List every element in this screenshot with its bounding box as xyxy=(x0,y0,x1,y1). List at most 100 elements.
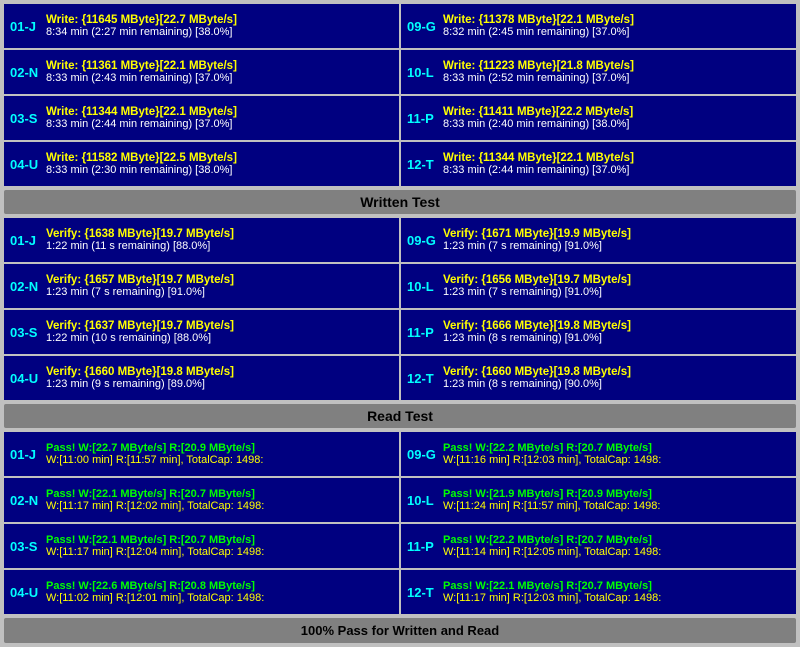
drive-line2: 1:23 min (7 s remaining) [91.0%] xyxy=(443,286,790,298)
drive-cell: 01-JVerify: {1638 MByte}[19.7 MByte/s]1:… xyxy=(4,218,399,262)
drive-id: 01-J xyxy=(10,221,42,259)
drive-id: 01-J xyxy=(10,435,42,473)
drive-id: 03-S xyxy=(10,313,42,351)
drive-info: Write: {11645 MByte}[22.7 MByte/s]8:34 m… xyxy=(46,7,393,45)
drive-info: Verify: {1637 MByte}[19.7 MByte/s]1:22 m… xyxy=(46,313,393,351)
drive-info: Write: {11344 MByte}[22.1 MByte/s]8:33 m… xyxy=(46,99,393,137)
read-test-header: Read Test xyxy=(4,404,796,428)
drive-cell: 11-P Verify: {1666 MByte}[19.8 MByte/s]1:… xyxy=(401,310,796,354)
drive-line2: 1:23 min (7 s remaining) [91.0%] xyxy=(443,240,790,252)
drive-line1: Write: {11411 MByte}[22.2 MByte/s] xyxy=(443,106,790,118)
drive-cell: 02-NWrite: {11361 MByte}[22.1 MByte/s]8:… xyxy=(4,50,399,94)
drive-line1: Pass! W:[22.2 MByte/s] R:[20.7 MByte/s] xyxy=(443,442,790,454)
drive-info: Write: {11411 MByte}[22.2 MByte/s]8:33 m… xyxy=(443,99,790,137)
drive-cell: 01-JPass! W:[22.7 MByte/s] R:[20.9 MByte… xyxy=(4,432,399,476)
verify-section: 01-JVerify: {1638 MByte}[19.7 MByte/s]1:… xyxy=(4,218,796,428)
drive-cell: 04-UPass! W:[22.6 MByte/s] R:[20.8 MByte… xyxy=(4,570,399,614)
drive-line2: W:[11:17 min] R:[12:02 min], TotalCap: 1… xyxy=(46,500,393,512)
drive-line1: Write: {11582 MByte}[22.5 MByte/s] xyxy=(46,152,393,164)
drive-id: 12-T xyxy=(407,359,439,397)
drive-line2: W:[11:14 min] R:[12:05 min], TotalCap: 1… xyxy=(443,546,790,558)
drive-cell: 02-N Verify: {1657 MByte}[19.7 MByte/s]1:… xyxy=(4,264,399,308)
drive-line2: 8:33 min (2:43 min remaining) [37.0%] xyxy=(46,72,393,84)
drive-id: 11-P xyxy=(407,313,439,351)
drive-id: 04-U xyxy=(10,145,42,183)
drive-line2: 8:34 min (2:27 min remaining) [38.0%] xyxy=(46,26,393,38)
drive-line1: Verify: {1657 MByte}[19.7 MByte/s] xyxy=(46,274,393,286)
drive-id: 03-S xyxy=(10,99,42,137)
write-grid: 01-JWrite: {11645 MByte}[22.7 MByte/s]8:… xyxy=(4,4,796,186)
drive-info: Write: {11378 MByte}[22.1 MByte/s]8:32 m… xyxy=(443,7,790,45)
drive-line2: W:[11:00 min] R:[11:57 min], TotalCap: 1… xyxy=(46,454,393,466)
drive-id: 10-L xyxy=(407,53,439,91)
drive-info: Write: {11344 MByte}[22.1 MByte/s]8:33 m… xyxy=(443,145,790,183)
drive-line1: Verify: {1660 MByte}[19.8 MByte/s] xyxy=(443,366,790,378)
drive-info: Verify: {1638 MByte}[19.7 MByte/s]1:22 m… xyxy=(46,221,393,259)
drive-cell: 04-UVerify: {1660 MByte}[19.8 MByte/s]1:… xyxy=(4,356,399,400)
drive-info: Write: {11582 MByte}[22.5 MByte/s]8:33 m… xyxy=(46,145,393,183)
drive-line2: 8:33 min (2:40 min remaining) [38.0%] xyxy=(443,118,790,130)
drive-cell: 11-PWrite: {11411 MByte}[22.2 MByte/s]8:… xyxy=(401,96,796,140)
drive-line2: W:[11:02 min] R:[12:01 min], TotalCap: 1… xyxy=(46,592,393,604)
drive-cell: 10-LVerify: {1656 MByte}[19.7 MByte/s]1:… xyxy=(401,264,796,308)
drive-line2: 8:33 min (2:44 min remaining) [37.0%] xyxy=(46,118,393,130)
drive-line1: Verify: {1660 MByte}[19.8 MByte/s] xyxy=(46,366,393,378)
drive-cell: 03-SWrite: {11344 MByte}[22.1 MByte/s]8:… xyxy=(4,96,399,140)
drive-info: Verify: {1656 MByte}[19.7 MByte/s]1:23 m… xyxy=(443,267,790,305)
drive-line1: Write: {11344 MByte}[22.1 MByte/s] xyxy=(443,152,790,164)
drive-cell: 02-N Pass! W:[22.1 MByte/s] R:[20.7 MByte… xyxy=(4,478,399,522)
drive-info: Verify: {1660 MByte}[19.8 MByte/s]1:23 m… xyxy=(46,359,393,397)
drive-line1: Write: {11645 MByte}[22.7 MByte/s] xyxy=(46,14,393,26)
drive-info: Pass! W:[22.2 MByte/s] R:[20.7 MByte/s]W… xyxy=(443,435,790,473)
drive-line2: 1:23 min (8 s remaining) [91.0%] xyxy=(443,332,790,344)
drive-line1: Write: {11378 MByte}[22.1 MByte/s] xyxy=(443,14,790,26)
drive-cell: 01-JWrite: {11645 MByte}[22.7 MByte/s]8:… xyxy=(4,4,399,48)
drive-line2: 1:23 min (8 s remaining) [90.0%] xyxy=(443,378,790,390)
drive-id: 02-N xyxy=(10,267,42,305)
verify-grid: 01-JVerify: {1638 MByte}[19.7 MByte/s]1:… xyxy=(4,218,796,400)
main-container: 01-JWrite: {11645 MByte}[22.7 MByte/s]8:… xyxy=(0,0,800,647)
pass-grid: 01-JPass! W:[22.7 MByte/s] R:[20.9 MByte… xyxy=(4,432,796,614)
footer-bar: 100% Pass for Written and Read xyxy=(4,618,796,643)
drive-id: 03-S xyxy=(10,527,42,565)
drive-line1: Verify: {1637 MByte}[19.7 MByte/s] xyxy=(46,320,393,332)
drive-id: 10-L xyxy=(407,267,439,305)
written-test-header: Written Test xyxy=(4,190,796,214)
drive-info: Pass! W:[22.6 MByte/s] R:[20.8 MByte/s]W… xyxy=(46,573,393,611)
drive-info: Pass! W:[22.7 MByte/s] R:[20.9 MByte/s]W… xyxy=(46,435,393,473)
drive-line1: Verify: {1666 MByte}[19.8 MByte/s] xyxy=(443,320,790,332)
drive-info: Write: {11223 MByte}[21.8 MByte/s]8:33 m… xyxy=(443,53,790,91)
drive-line2: 8:33 min (2:44 min remaining) [37.0%] xyxy=(443,164,790,176)
drive-line2: W:[11:24 min] R:[11:57 min], TotalCap: 1… xyxy=(443,500,790,512)
drive-id: 02-N xyxy=(10,481,42,519)
drive-line1: Write: {11344 MByte}[22.1 MByte/s] xyxy=(46,106,393,118)
drive-line2: 1:23 min (7 s remaining) [91.0%] xyxy=(46,286,393,298)
write-section: 01-JWrite: {11645 MByte}[22.7 MByte/s]8:… xyxy=(4,4,796,214)
drive-line1: Pass! W:[21.9 MByte/s] R:[20.9 MByte/s] xyxy=(443,488,790,500)
drive-id: 12-T xyxy=(407,145,439,183)
drive-cell: 03-SVerify: {1637 MByte}[19.7 MByte/s]1:… xyxy=(4,310,399,354)
drive-line1: Pass! W:[22.7 MByte/s] R:[20.9 MByte/s] xyxy=(46,442,393,454)
drive-cell: 04-UWrite: {11582 MByte}[22.5 MByte/s]8:… xyxy=(4,142,399,186)
drive-info: Pass! W:[22.1 MByte/s] R:[20.7 MByte/s]W… xyxy=(46,527,393,565)
drive-line1: Pass! W:[22.1 MByte/s] R:[20.7 MByte/s] xyxy=(443,580,790,592)
drive-cell: 09-GVerify: {1671 MByte}[19.9 MByte/s]1:… xyxy=(401,218,796,262)
drive-cell: 09-GPass! W:[22.2 MByte/s] R:[20.7 MByte… xyxy=(401,432,796,476)
drive-id: 04-U xyxy=(10,359,42,397)
drive-info: Verify: {1671 MByte}[19.9 MByte/s]1:23 m… xyxy=(443,221,790,259)
drive-line1: Write: {11223 MByte}[21.8 MByte/s] xyxy=(443,60,790,72)
drive-line1: Verify: {1656 MByte}[19.7 MByte/s] xyxy=(443,274,790,286)
drive-cell: 03-SPass! W:[22.1 MByte/s] R:[20.7 MByte… xyxy=(4,524,399,568)
drive-cell: 10-LWrite: {11223 MByte}[21.8 MByte/s]8:… xyxy=(401,50,796,94)
drive-id: 11-P xyxy=(407,99,439,137)
drive-line1: Verify: {1671 MByte}[19.9 MByte/s] xyxy=(443,228,790,240)
drive-cell: 09-GWrite: {11378 MByte}[22.1 MByte/s]8:… xyxy=(401,4,796,48)
drive-id: 10-L xyxy=(407,481,439,519)
drive-line1: Pass! W:[22.6 MByte/s] R:[20.8 MByte/s] xyxy=(46,580,393,592)
drive-cell: 12-T Verify: {1660 MByte}[19.8 MByte/s]1:… xyxy=(401,356,796,400)
drive-line2: 1:22 min (10 s remaining) [88.0%] xyxy=(46,332,393,344)
drive-line1: Pass! W:[22.1 MByte/s] R:[20.7 MByte/s] xyxy=(46,488,393,500)
drive-line2: 8:33 min (2:30 min remaining) [38.0%] xyxy=(46,164,393,176)
drive-info: Write: {11361 MByte}[22.1 MByte/s]8:33 m… xyxy=(46,53,393,91)
drive-info: Pass! W:[22.2 MByte/s] R:[20.7 MByte/s]W… xyxy=(443,527,790,565)
